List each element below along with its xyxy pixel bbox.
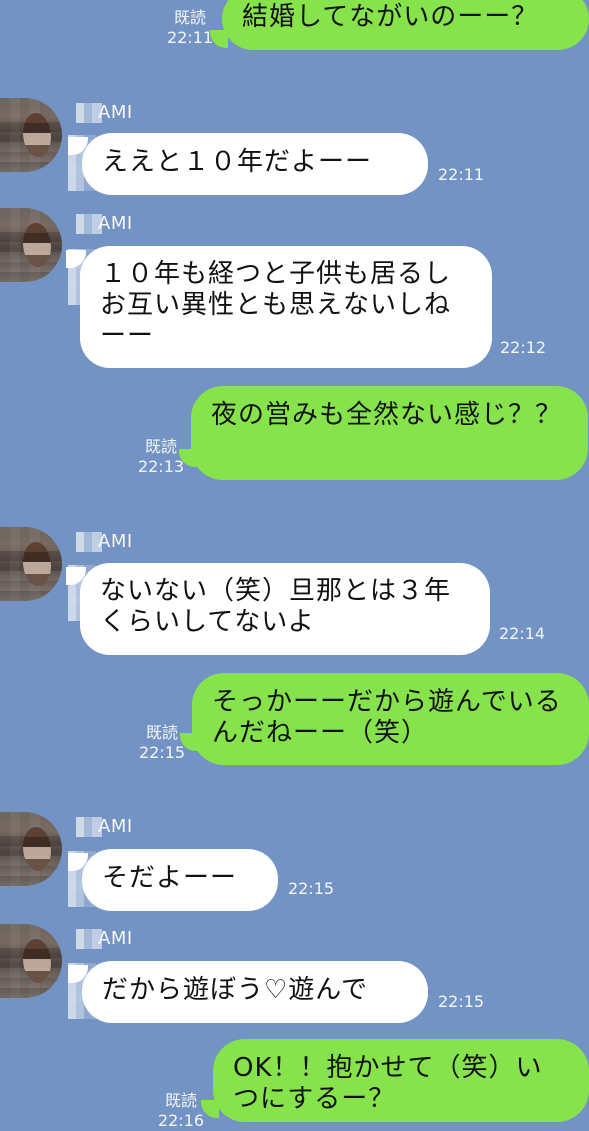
- incoming-message-bubble[interactable]: ええと１０年だよーー: [82, 133, 428, 195]
- message-meta: 既読 22:11: [161, 8, 219, 48]
- message-time: 22:12: [500, 338, 547, 357]
- contact-name: AMI: [98, 816, 133, 837]
- message-time: 22:15: [438, 992, 485, 1011]
- incoming-message-bubble[interactable]: １０年も経つと子供も居るしお互い異性とも思えないしねーー: [80, 246, 492, 368]
- contact-name: AMI: [98, 213, 133, 234]
- outgoing-message-bubble[interactable]: 夜の営みも全然ない感じ？？: [191, 386, 588, 480]
- contact-avatar[interactable]: [0, 98, 62, 172]
- message-time: 22:15: [288, 879, 335, 898]
- contact-avatar[interactable]: [0, 208, 62, 282]
- contact-name: AMI: [98, 102, 133, 123]
- message-time: 22:11: [438, 165, 485, 184]
- incoming-message-bubble[interactable]: だから遊ぼう♡遊んで: [82, 961, 428, 1023]
- contact-name: AMI: [98, 531, 133, 552]
- read-status: 既読: [173, 8, 206, 27]
- contact-avatar[interactable]: [0, 527, 62, 601]
- incoming-message-bubble[interactable]: そだよーー: [82, 849, 278, 911]
- outgoing-message-bubble[interactable]: そっかーーだから遊んでいるんだねーー（笑）: [192, 673, 589, 765]
- contact-avatar[interactable]: [0, 812, 62, 886]
- message-time: 22:14: [499, 624, 546, 643]
- message-time: 22:16: [157, 1111, 205, 1130]
- outgoing-message-bubble[interactable]: OK！！抱かせて（笑）いつにするー？: [213, 1039, 589, 1122]
- outgoing-message-bubble[interactable]: 結婚してながいのーー？: [222, 0, 589, 50]
- contact-name: AMI: [98, 928, 133, 949]
- incoming-message-bubble[interactable]: ないない（笑）旦那とは３年くらいしてないよ: [80, 563, 490, 655]
- message-time: 22:15: [138, 743, 186, 762]
- message-meta: 既読 22:16: [152, 1091, 210, 1131]
- contact-avatar[interactable]: [0, 924, 62, 998]
